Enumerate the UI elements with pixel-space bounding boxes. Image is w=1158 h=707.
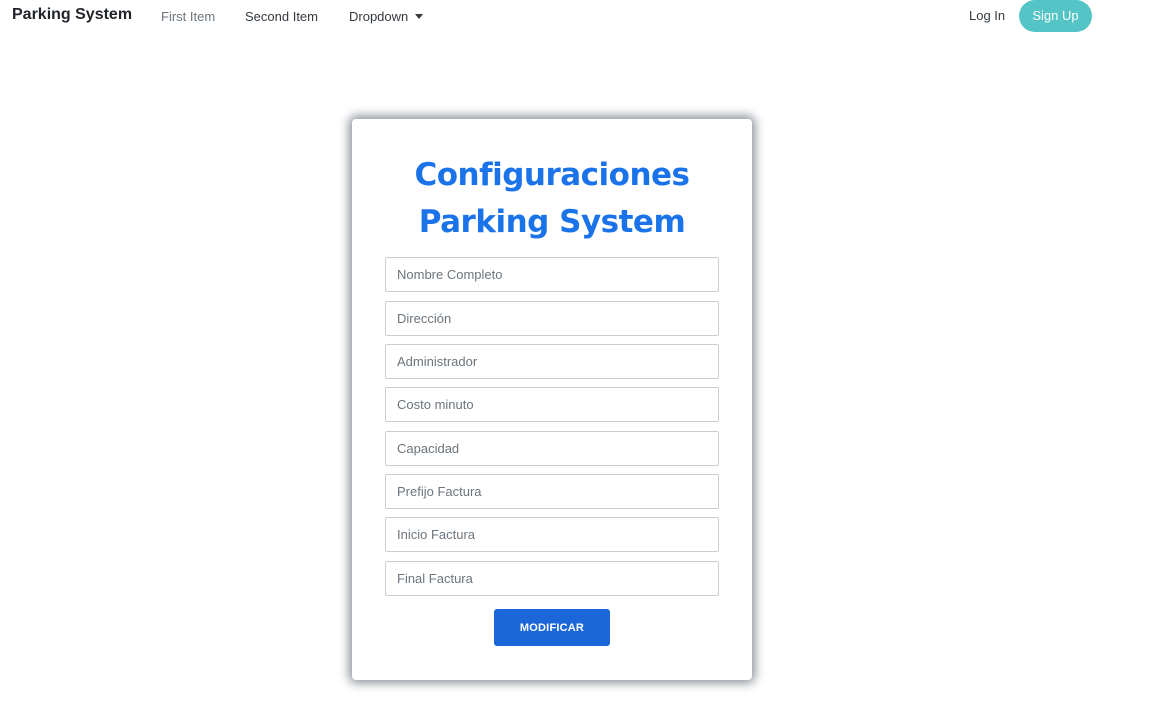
capacidad-input[interactable] xyxy=(385,431,719,466)
form-title-line-1: Configuraciones xyxy=(414,157,690,193)
direccion-input[interactable] xyxy=(385,301,719,336)
form-title: Configuraciones Parking System xyxy=(352,152,752,246)
signup-button[interactable]: Sign Up xyxy=(1019,0,1092,32)
top-navbar: Parking System First Item Second Item Dr… xyxy=(0,0,1158,34)
administrador-input[interactable] xyxy=(385,344,719,379)
final-factura-input[interactable] xyxy=(385,561,719,596)
nav-second-item[interactable]: Second Item xyxy=(245,9,318,24)
costo-minuto-input[interactable] xyxy=(385,387,719,422)
nav-dropdown-toggle[interactable]: Dropdown xyxy=(349,9,424,24)
navbar-brand[interactable]: Parking System xyxy=(12,6,132,24)
modificar-button[interactable]: MODIFICAR xyxy=(494,609,610,646)
nav-first-item[interactable]: First Item xyxy=(161,9,215,24)
nombre-completo-input[interactable] xyxy=(385,257,719,292)
login-link[interactable]: Log In xyxy=(969,8,1005,23)
inicio-factura-input[interactable] xyxy=(385,517,719,552)
configuration-form-card: Configuraciones Parking System MODIFICAR xyxy=(352,119,752,680)
form-title-line-2: Parking System xyxy=(418,204,686,240)
prefijo-factura-input[interactable] xyxy=(385,474,719,509)
caret-down-icon xyxy=(415,14,424,19)
nav-dropdown-label: Dropdown xyxy=(349,9,409,24)
